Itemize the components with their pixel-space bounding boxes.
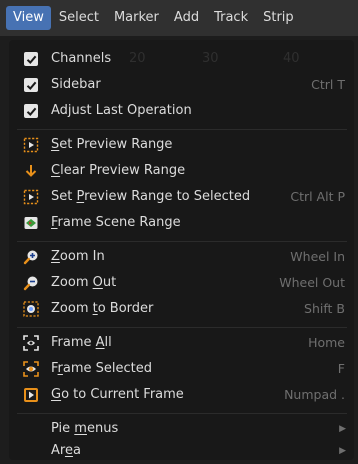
shortcut-text: Ctrl T bbox=[311, 77, 345, 92]
menu-separator bbox=[17, 327, 347, 328]
view-all-icon bbox=[23, 335, 39, 351]
view-selected-icon bbox=[23, 361, 39, 377]
zoom-in-icon bbox=[23, 249, 39, 265]
menu-item-label: Go to Current Frame bbox=[51, 387, 184, 402]
editor-menubar: View Select Marker Add Track Strip bbox=[0, 0, 358, 36]
zoom-border-icon bbox=[23, 301, 39, 317]
preview-range-icon bbox=[23, 137, 39, 153]
shortcut-text: Ctrl Alt P bbox=[290, 189, 345, 204]
menu-item-label: Zoom Out bbox=[51, 275, 117, 290]
menu-view[interactable]: View bbox=[6, 6, 51, 30]
shortcut-text: Wheel Out bbox=[279, 275, 345, 290]
menu-item-label: Channels bbox=[51, 51, 112, 66]
menu-separator bbox=[17, 129, 347, 130]
menu-item-frame-scene-range[interactable]: Frame Scene Range bbox=[9, 210, 354, 236]
menu-item-zoom-in[interactable]: Zoom In Wheel In bbox=[9, 244, 354, 270]
shortcut-text: Shift B bbox=[304, 301, 345, 316]
menu-item-label: Adjust Last Operation bbox=[51, 103, 192, 118]
menu-item-label: Frame Scene Range bbox=[51, 215, 181, 230]
menu-track[interactable]: Track bbox=[207, 6, 255, 30]
shortcut-text: Wheel In bbox=[290, 249, 345, 264]
scene-range-icon bbox=[23, 215, 39, 231]
menu-add[interactable]: Add bbox=[167, 6, 206, 30]
shortcut-text: Numpad . bbox=[284, 387, 345, 402]
menu-item-label: Clear Preview Range bbox=[51, 163, 186, 178]
menu-strip[interactable]: Strip bbox=[256, 6, 301, 30]
menu-item-zoom-out[interactable]: Zoom Out Wheel Out bbox=[9, 270, 354, 296]
preview-range-icon bbox=[23, 189, 39, 205]
menu-item-label: Set Preview Range bbox=[51, 137, 173, 152]
menu-item-channels[interactable]: Channels bbox=[9, 46, 354, 72]
menu-item-label: Zoom to Border bbox=[51, 301, 154, 316]
menu-select[interactable]: Select bbox=[52, 6, 106, 30]
menu-item-set-preview-range[interactable]: Set Preview Range bbox=[9, 132, 354, 158]
menu-item-sidebar[interactable]: Sidebar Ctrl T bbox=[9, 72, 354, 98]
menu-item-label: Area bbox=[51, 443, 81, 458]
current-frame-icon bbox=[23, 387, 39, 403]
arrow-down-icon bbox=[23, 163, 39, 179]
menu-item-frame-selected[interactable]: Frame Selected F bbox=[9, 356, 354, 382]
menu-item-label: Frame Selected bbox=[51, 361, 153, 376]
menu-item-label: Sidebar bbox=[51, 77, 101, 92]
menu-separator bbox=[17, 241, 347, 242]
menu-item-zoom-to-border[interactable]: Zoom to Border Shift B bbox=[9, 296, 354, 322]
submenu-arrow-icon: ▶ bbox=[339, 446, 346, 456]
checkbox-checked-icon[interactable] bbox=[23, 51, 39, 67]
menu-item-label: Zoom In bbox=[51, 249, 105, 264]
view-menu-dropdown: 20 30 40 Channels Sidebar Ctrl T Adjust … bbox=[9, 40, 354, 460]
shortcut-text: Home bbox=[308, 335, 345, 350]
menu-item-go-to-current-frame[interactable]: Go to Current Frame Numpad . bbox=[9, 382, 354, 408]
menu-item-frame-all[interactable]: Frame All Home bbox=[9, 330, 354, 356]
menu-marker[interactable]: Marker bbox=[107, 6, 166, 30]
menu-item-area[interactable]: Area ▶ bbox=[9, 438, 354, 464]
checkbox-checked-icon[interactable] bbox=[23, 77, 39, 93]
menu-item-label: Set Preview Range to Selected bbox=[51, 189, 251, 204]
menu-item-label: Frame All bbox=[51, 335, 112, 350]
menu-item-set-preview-range-selected[interactable]: Set Preview Range to Selected Ctrl Alt P bbox=[9, 184, 354, 210]
checkbox-checked-icon[interactable] bbox=[23, 103, 39, 119]
menu-item-adjust-last-operation[interactable]: Adjust Last Operation bbox=[9, 98, 354, 124]
menu-item-clear-preview-range[interactable]: Clear Preview Range bbox=[9, 158, 354, 184]
menu-separator bbox=[17, 413, 347, 414]
shortcut-text: F bbox=[337, 361, 345, 376]
zoom-out-icon bbox=[23, 275, 39, 291]
